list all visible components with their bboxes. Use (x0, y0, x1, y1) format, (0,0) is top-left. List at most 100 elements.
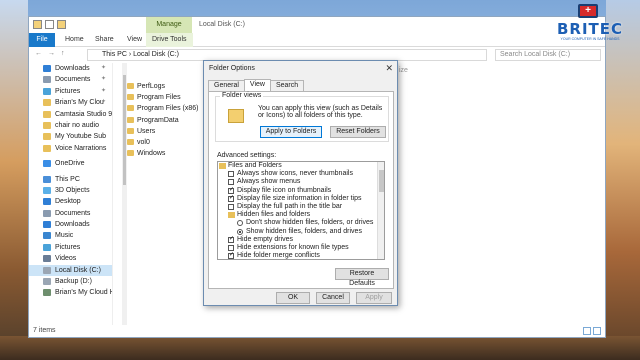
pc-icon (43, 175, 51, 183)
back-arrow-icon[interactable]: ← (35, 50, 42, 57)
sidebar-item[interactable]: 3D Objects (29, 185, 112, 196)
setting-row[interactable]: Always show icons, never thumbnails (218, 170, 384, 178)
ok-button[interactable]: OK (276, 292, 310, 304)
setting-row[interactable]: Hide folder merge conflicts (218, 251, 384, 259)
sidebar-item-label: 3D Objects (55, 186, 90, 194)
details-view-icon[interactable] (583, 327, 591, 335)
tab-drive-tools[interactable]: Drive Tools (146, 33, 193, 47)
scrollbar-thumb[interactable] (379, 170, 384, 192)
setting-row[interactable]: Display file icon on thumbnails (218, 186, 384, 195)
network-drive-icon (43, 289, 51, 297)
close-icon[interactable]: ✕ (385, 63, 393, 74)
size-column-header[interactable]: ize (399, 67, 408, 74)
list-item[interactable]: Windows (127, 148, 198, 159)
sidebar-item-label: Backup (D:) (55, 278, 92, 286)
sidebar-item[interactable]: Music (29, 230, 112, 241)
folder-views-group: Folder views You can apply this view (su… (215, 92, 389, 142)
videos-icon (43, 255, 51, 263)
setting-row[interactable]: Display file size information in folder … (218, 194, 384, 203)
setting-row[interactable]: Don't show hidden files, folders, or dri… (218, 219, 384, 227)
list-item[interactable]: Program Files (x86) (127, 103, 198, 114)
sidebar-item[interactable]: Videos (29, 253, 112, 264)
pin-icon[interactable]: ✦ (101, 74, 106, 85)
list-item[interactable]: ProgramData (127, 115, 198, 126)
list-item[interactable]: Users (127, 126, 198, 137)
desktop-wallpaper-left (0, 0, 28, 360)
sidebar-item[interactable]: Desktop (29, 196, 112, 207)
sidebar-item[interactable]: Pictures ✦ (29, 86, 112, 97)
setting-row[interactable]: Always show menus (218, 178, 384, 186)
sidebar-item[interactable]: Downloads (29, 219, 112, 230)
list-item[interactable]: PerfLogs (127, 81, 198, 92)
sidebar-item[interactable]: chair no audio (29, 120, 112, 131)
reset-folders-button[interactable]: Reset Folders (330, 126, 386, 138)
sidebar-item[interactable]: My Youtube Sub (29, 131, 112, 142)
sidebar-item[interactable]: Backup (D:) (29, 276, 112, 287)
sidebar-item[interactable]: Documents ✦ (29, 74, 112, 85)
folder-icon (43, 133, 51, 141)
sidebar-item[interactable]: This PC (29, 174, 112, 185)
radio-button[interactable] (237, 220, 243, 227)
setting-label: Hidden files and folders (237, 211, 311, 219)
setting-label: Show hidden files, folders, and drives (246, 227, 362, 235)
setting-row[interactable]: Hide empty drives (218, 235, 384, 244)
setting-label: Don't show hidden files, folders, or dri… (246, 219, 374, 227)
tab-file[interactable]: File (29, 33, 55, 47)
checkbox[interactable] (228, 244, 234, 251)
new-folder-icon[interactable] (57, 20, 66, 29)
sidebar-item-label: Pictures (55, 243, 81, 251)
quick-access-toolbar (33, 20, 66, 29)
up-arrow-icon[interactable]: ↑ (61, 50, 65, 57)
sidebar-item[interactable]: Pictures (29, 242, 112, 253)
checkbox[interactable] (228, 235, 234, 243)
sidebar-item[interactable]: Camtasia Studio 9.1 (29, 109, 112, 120)
sidebar-item[interactable]: Voice Narrations (29, 143, 112, 154)
checkbox[interactable] (228, 171, 234, 178)
sidebar-item[interactable]: Downloads ✦ (29, 63, 112, 74)
tab-search[interactable]: Search (269, 80, 305, 91)
setting-row[interactable]: Display the full path in the title bar (218, 203, 384, 211)
radio-button[interactable] (237, 228, 243, 235)
cancel-button[interactable]: Cancel (316, 292, 350, 304)
cube-icon (43, 186, 51, 194)
pin-icon[interactable]: ✦ (101, 97, 106, 108)
apply-to-folders-button[interactable]: Apply to Folders (260, 126, 322, 138)
checkbox[interactable] (228, 203, 234, 210)
large-icons-view-icon[interactable] (593, 327, 601, 335)
checkbox[interactable] (228, 251, 234, 259)
sidebar-item-onedrive[interactable]: OneDrive (29, 158, 112, 169)
forward-arrow-icon[interactable]: → (48, 50, 55, 57)
properties-icon[interactable] (45, 20, 54, 29)
manage-context-tab[interactable]: Manage (146, 17, 192, 33)
folder-icon[interactable] (33, 20, 42, 29)
checkbox[interactable] (228, 194, 234, 202)
sidebar-item[interactable]: Documents (29, 208, 112, 219)
checkbox[interactable] (228, 179, 234, 186)
checkbox[interactable] (228, 186, 234, 194)
tab-view[interactable]: View (121, 33, 148, 47)
tab-home[interactable]: Home (59, 33, 90, 47)
setting-row[interactable]: Show hidden files, folders, and drives (218, 228, 384, 236)
sidebar-item[interactable]: Local Disk (C:) (29, 264, 112, 277)
pin-icon[interactable]: ✦ (101, 86, 106, 97)
settings-scrollbar[interactable] (377, 162, 384, 259)
list-item[interactable]: vol0 (127, 137, 198, 148)
setting-label: Hide empty drives (237, 235, 294, 243)
sidebar-item-label: Brian's My Clou (55, 99, 104, 107)
window-title: Local Disk (C:) (199, 21, 245, 28)
list-item[interactable]: Program Files (127, 92, 198, 103)
search-input[interactable]: Search Local Disk (C:) (495, 49, 601, 61)
tab-share[interactable]: Share (89, 33, 120, 47)
folder-icon (43, 110, 51, 118)
apply-button[interactable]: Apply (356, 292, 392, 304)
setting-row[interactable]: Hide extensions for known file types (218, 244, 384, 252)
sidebar-item[interactable]: Brian's My Clou ✦ (29, 97, 112, 108)
sidebar-item[interactable]: Brian's My Cloud H (29, 287, 112, 298)
restore-defaults-button[interactable]: Restore Defaults (335, 268, 389, 287)
tab-view[interactable]: View (243, 79, 271, 91)
pin-icon[interactable]: ✦ (101, 63, 106, 74)
tab-general[interactable]: General (208, 80, 245, 91)
folder-icon (228, 212, 235, 219)
folder-icon (43, 144, 51, 152)
scrollbar-thumb[interactable] (123, 75, 126, 185)
